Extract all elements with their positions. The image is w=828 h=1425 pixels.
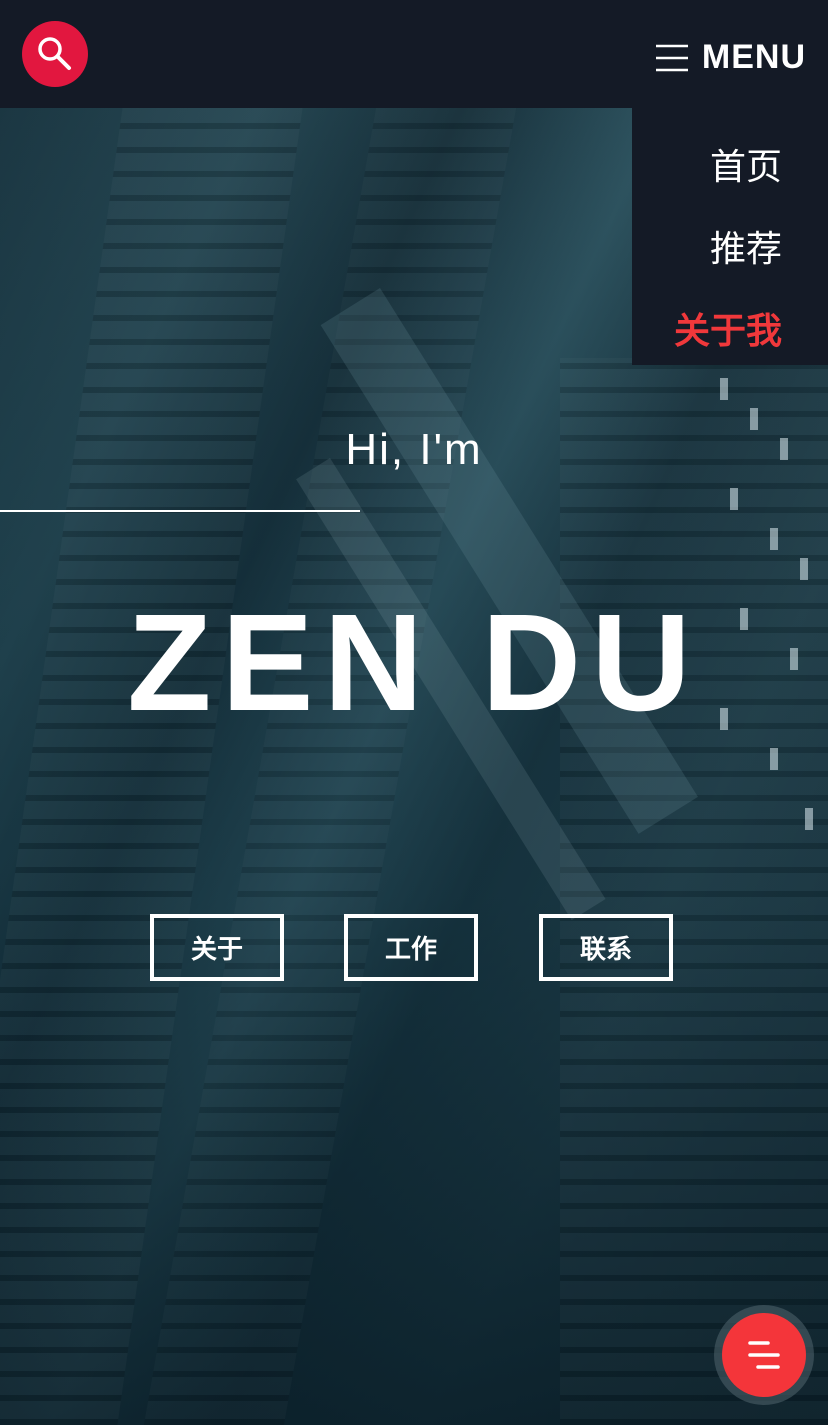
nav-dropdown: 首页 推荐 关于我 (632, 108, 828, 365)
nav-item-about-me[interactable]: 关于我 (674, 302, 782, 354)
menu-toggle[interactable]: MENU (655, 38, 806, 77)
search-button[interactable] (22, 21, 88, 87)
nav-item-recommended[interactable]: 推荐 (710, 220, 782, 272)
floating-menu-button[interactable] (722, 1313, 806, 1397)
contact-button[interactable]: 联系 (539, 914, 673, 981)
search-icon (38, 37, 71, 70)
hero-name: ZEN DU (127, 586, 701, 740)
greeting-divider (0, 510, 360, 512)
menu-lines-icon (748, 1341, 780, 1369)
menu-label: MENU (701, 38, 806, 76)
top-bar: MENU (0, 0, 828, 108)
page: MENU 首页 推荐 关于我 Hi, I'm ZEN DU 关于 工作 联系 (0, 0, 828, 1425)
work-button[interactable]: 工作 (344, 914, 478, 981)
hamburger-icon (655, 44, 688, 71)
hero-greeting: Hi, I'm (345, 425, 483, 474)
nav-item-home[interactable]: 首页 (710, 138, 782, 190)
about-button[interactable]: 关于 (150, 914, 284, 981)
